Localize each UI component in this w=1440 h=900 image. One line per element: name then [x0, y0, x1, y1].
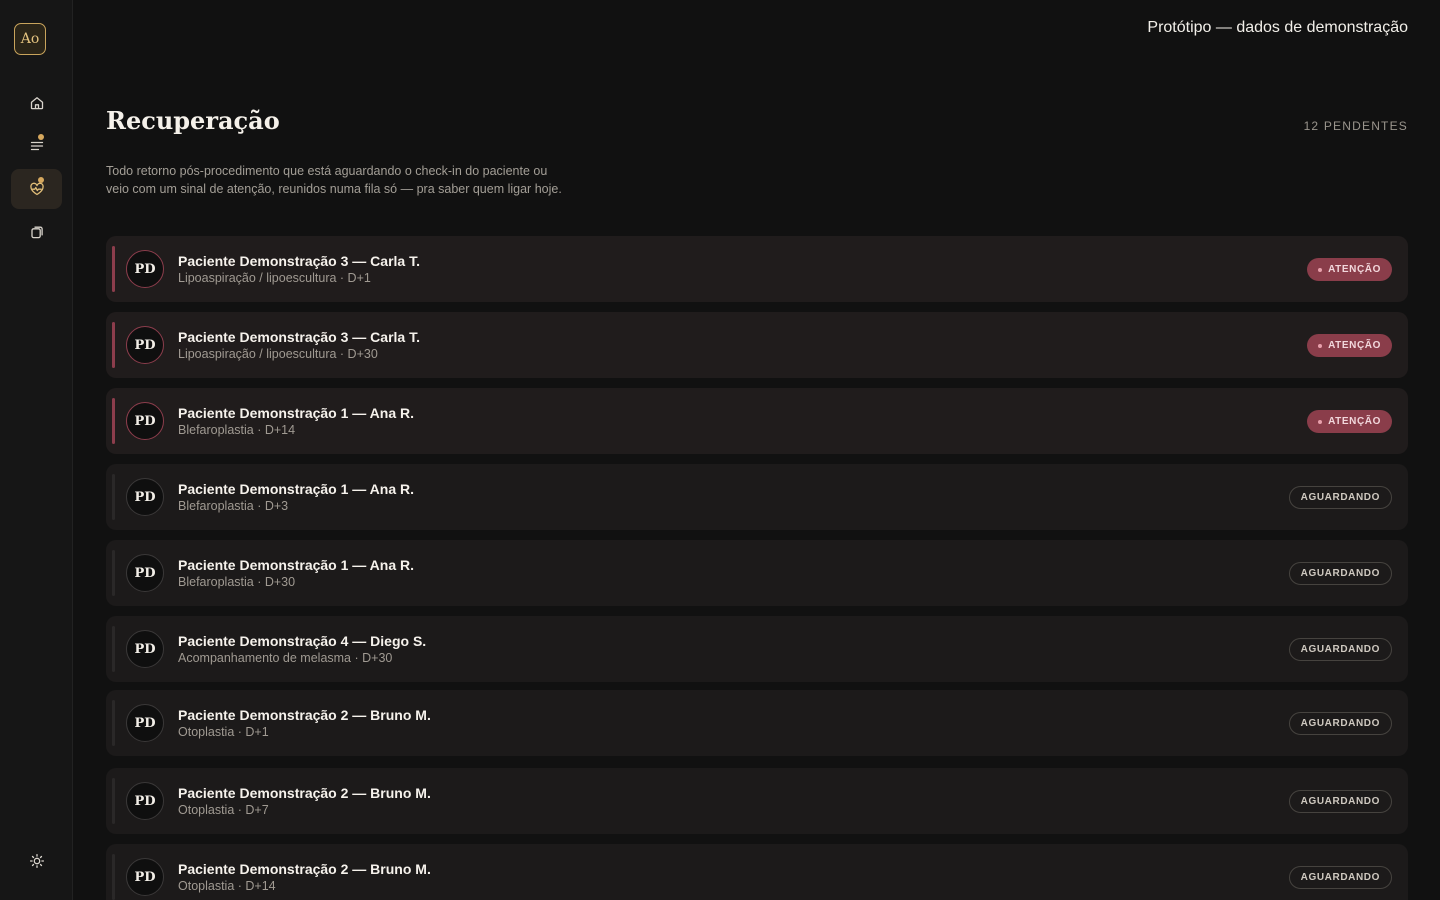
procedure-info: Blefaroplastia · D+14	[178, 423, 296, 437]
procedure-info: Blefaroplastia · D+3	[178, 499, 289, 513]
avatar: PD	[126, 554, 164, 592]
app-logo[interactable]: Ao	[14, 23, 46, 55]
status-accent-bar	[112, 322, 115, 368]
avatar: PD	[126, 250, 164, 288]
nav-recovery[interactable]	[11, 169, 62, 209]
status-badge: AGUARDANDO	[1288, 562, 1392, 585]
nav-feed[interactable]	[11, 126, 62, 166]
nav-documents[interactable]	[11, 212, 62, 252]
status-badge: ATENÇÃO	[1307, 410, 1392, 433]
list-item[interactable]: PD Paciente Demonstração 1 — Ana R. Blefar…	[106, 464, 1408, 530]
prototype-notice: Protótipo — dados de demonstração	[1147, 19, 1408, 36]
list-item[interactable]: PD Paciente Demonstração 1 — Ana R. Blefar…	[106, 540, 1408, 606]
patient-name: Paciente Demonstração 4 — Diego S.	[178, 633, 427, 649]
status-badge: AGUARDANDO	[1288, 712, 1392, 735]
theme-toggle[interactable]	[11, 841, 62, 881]
status-badge: AGUARDANDO	[1288, 486, 1392, 509]
avatar: PD	[126, 704, 164, 742]
list-item[interactable]: PD Paciente Demonstração 3 — Carla T. Lipo…	[106, 312, 1408, 378]
patient-name: Paciente Demonstração 3 — Carla T.	[178, 253, 420, 269]
status-badge: AGUARDANDO	[1288, 866, 1392, 889]
list-item[interactable]: PD Paciente Demonstração 1 — Ana R. Blefar…	[106, 388, 1408, 454]
patient-name: Paciente Demonstração 1 — Ana R.	[178, 557, 415, 573]
procedure-info: Blefaroplastia · D+30	[178, 575, 296, 589]
status-badge: AGUARDANDO	[1288, 638, 1392, 661]
patient-name: Paciente Demonstração 1 — Ana R.	[178, 405, 415, 421]
sidebar: Ao	[0, 0, 73, 900]
status-badge: ATENÇÃO	[1307, 334, 1392, 357]
status-label: AGUARDANDO	[1300, 492, 1380, 503]
status-dot	[1318, 267, 1323, 272]
status-label: ATENÇÃO	[1328, 264, 1381, 275]
page-description: Todo retorno pós-procedimento que está a…	[106, 164, 562, 196]
list-item[interactable]: PD Paciente Demonstração 2 — Bruno M. Otop…	[106, 768, 1408, 834]
notification-dot	[38, 177, 44, 183]
status-accent-bar	[112, 778, 115, 824]
list-item[interactable]: PD Paciente Demonstração 4 — Diego S. Acom…	[106, 616, 1408, 682]
procedure-info: Otoplastia · D+1	[178, 725, 269, 739]
procedure-info: Otoplastia · D+14	[178, 879, 276, 893]
list-item[interactable]: PD Paciente Demonstração 3 — Carla T. Lipo…	[106, 236, 1408, 302]
patient-name: Paciente Demonstração 3 — Carla T.	[178, 329, 420, 345]
status-accent-bar	[112, 854, 115, 900]
list-icon	[30, 141, 43, 151]
notification-dot	[38, 134, 44, 140]
avatar: PD	[126, 782, 164, 820]
status-dot	[1318, 343, 1323, 348]
status-label: AGUARDANDO	[1300, 568, 1380, 579]
status-label: AGUARDANDO	[1300, 796, 1380, 807]
status-accent-bar	[112, 474, 115, 520]
procedure-info: Lipoaspiração / lipoescultura · D+1	[178, 271, 371, 285]
status-label: AGUARDANDO	[1300, 718, 1380, 729]
list-item[interactable]: PD Paciente Demonstração 2 — Bruno M. Otop…	[106, 690, 1408, 756]
list-item[interactable]: PD Paciente Demonstração 2 — Bruno M. Otop…	[106, 844, 1408, 900]
procedure-info: Lipoaspiração / lipoescultura · D+30	[178, 347, 378, 361]
heart-pulse-icon	[29, 182, 44, 196]
status-accent-bar	[112, 398, 115, 444]
home-icon	[30, 97, 43, 110]
avatar: PD	[126, 630, 164, 668]
avatar: PD	[126, 478, 164, 516]
avatar: PD	[126, 858, 164, 896]
status-accent-bar	[112, 550, 115, 596]
avatar: PD	[126, 326, 164, 364]
patient-name: Paciente Demonstração 2 — Bruno M.	[178, 861, 431, 877]
nav-home[interactable]	[11, 83, 62, 123]
status-dot	[1318, 419, 1323, 424]
patient-name: Paciente Demonstração 2 — Bruno M.	[178, 785, 431, 801]
status-badge: ATENÇÃO	[1307, 258, 1392, 281]
status-label: ATENÇÃO	[1328, 340, 1381, 351]
patient-name: Paciente Demonstração 2 — Bruno M.	[178, 707, 431, 723]
status-accent-bar	[112, 626, 115, 672]
procedure-info: Otoplastia · D+7	[178, 803, 269, 817]
status-accent-bar	[112, 700, 115, 746]
status-accent-bar	[112, 246, 115, 292]
pending-count: 12 PENDENTES	[1303, 119, 1408, 133]
app-root: Ao Protótipo — dados de demonstração Rec…	[0, 0, 1440, 900]
copy-icon	[30, 226, 43, 239]
status-badge: AGUARDANDO	[1288, 790, 1392, 813]
patient-name: Paciente Demonstração 1 — Ana R.	[178, 481, 415, 497]
status-label: ATENÇÃO	[1328, 416, 1381, 427]
status-label: AGUARDANDO	[1300, 644, 1380, 655]
avatar: PD	[126, 402, 164, 440]
page-title: Recuperação	[106, 106, 280, 135]
procedure-info: Acompanhamento de melasma · D+30	[178, 651, 393, 665]
sun-icon	[29, 853, 44, 869]
status-label: AGUARDANDO	[1300, 872, 1380, 883]
